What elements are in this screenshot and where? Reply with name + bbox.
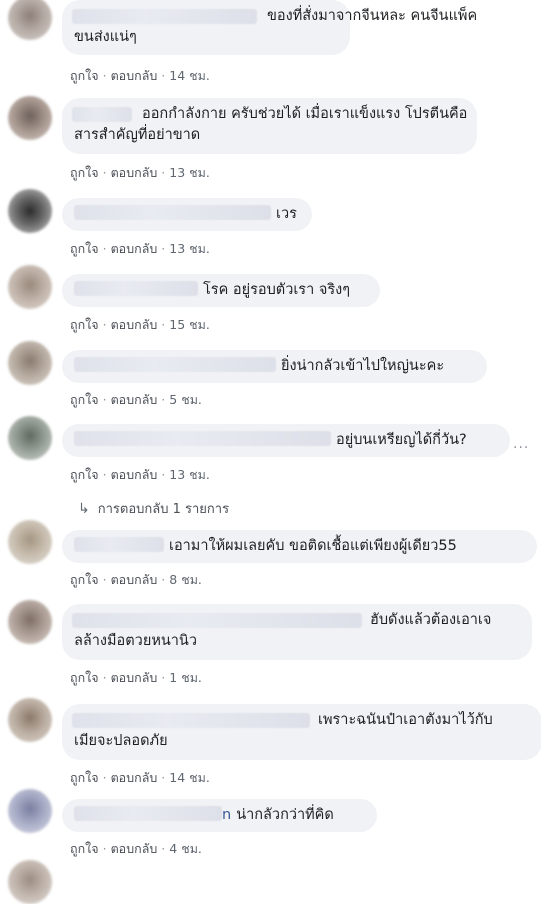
comment-actions: ถูกใจ · ตอบกลับ · 14 ชม.	[70, 770, 210, 785]
commenter-name[interactable]	[74, 537, 164, 552]
comment-bubble: ยิ่งน่ากลัวเข้าไปใหญ่นะคะ	[62, 350, 487, 383]
like-link[interactable]: ถูกใจ	[70, 841, 99, 856]
comment-text-line2: เมียจะปลอดภัย	[74, 733, 168, 749]
comment-text: ออกกำลังกาย ครับช่วยได้ เมื่อเราแข็งแรง …	[142, 106, 468, 122]
like-link[interactable]: ถูกใจ	[70, 572, 99, 587]
avatar[interactable]	[8, 416, 52, 460]
comment-bubble: โรค อยู่รอบตัวเรา จริงๆ	[62, 274, 380, 307]
avatar[interactable]	[8, 520, 52, 564]
comment-actions: ถูกใจ · ตอบกลับ · 13 ชม.	[70, 467, 210, 482]
reply-link[interactable]: ตอบกลับ	[111, 317, 158, 332]
commenter-name[interactable]	[74, 281, 198, 296]
avatar[interactable]	[8, 265, 52, 309]
comment-text: เอามาให้ผมเลยคับ ขอติดเชื้อแต่เพียงผู้เด…	[169, 538, 457, 554]
reply-link[interactable]: ตอบกลับ	[111, 770, 158, 785]
reply-link[interactable]: ตอบกลับ	[111, 467, 158, 482]
like-link[interactable]: ถูกใจ	[70, 68, 99, 83]
reply-link[interactable]: ตอบกลับ	[111, 841, 158, 856]
reply-arrow-icon: ↳	[78, 501, 90, 517]
comment-bubble: n น่ากลัวกว่าที่คิด	[62, 799, 377, 832]
commenter-name[interactable]	[72, 713, 310, 728]
more-options-icon[interactable]: ···	[513, 440, 529, 456]
like-link[interactable]: ถูกใจ	[70, 392, 99, 407]
commenter-name[interactable]	[74, 806, 222, 821]
like-link[interactable]: ถูกใจ	[70, 670, 99, 685]
reply-link[interactable]: ตอบกลับ	[111, 241, 158, 256]
comment-bubble: ออกกำลังกาย ครับช่วยได้ เมื่อเราแข็งแรง …	[62, 98, 477, 154]
timestamp[interactable]: 1 ชม.	[169, 670, 202, 685]
comment-bubble: อยู่บนเหรียญได้กี่วัน?	[62, 424, 510, 457]
like-link[interactable]: ถูกใจ	[70, 467, 99, 482]
avatar[interactable]	[8, 0, 52, 40]
view-replies-link[interactable]: ↳ การตอบกลับ 1 รายการ	[78, 498, 229, 519]
reply-link[interactable]: ตอบกลับ	[111, 68, 158, 83]
comment-text-line2: ขนส่งแน่ๆ	[74, 29, 137, 45]
comment-bubble: เวร	[62, 198, 312, 231]
comment-actions: ถูกใจ · ตอบกลับ · 15 ชม.	[70, 317, 210, 332]
comment-text: น่ากลัวกว่าที่คิด	[236, 807, 334, 823]
timestamp[interactable]: 14 ชม.	[169, 68, 210, 83]
view-replies-label: การตอบกลับ 1 รายการ	[97, 502, 230, 517]
comment-actions: ถูกใจ · ตอบกลับ · 8 ชม.	[70, 572, 202, 587]
timestamp[interactable]: 13 ชม.	[169, 241, 210, 256]
commenter-name[interactable]	[72, 9, 257, 24]
comment-actions: ถูกใจ · ตอบกลับ · 13 ชม.	[70, 165, 210, 180]
timestamp[interactable]: 14 ชม.	[169, 770, 210, 785]
timestamp[interactable]: 8 ชม.	[169, 572, 202, 587]
avatar[interactable]	[8, 698, 52, 742]
commenter-name[interactable]	[74, 431, 331, 446]
comment-actions: ถูกใจ · ตอบกลับ · 1 ชม.	[70, 670, 202, 685]
commenter-name[interactable]	[72, 107, 132, 122]
reply-link[interactable]: ตอบกลับ	[111, 392, 158, 407]
avatar[interactable]	[8, 341, 52, 385]
comment-text: เวร	[276, 206, 297, 222]
comment-text-line2: ลล้างมือตวยหนานิว	[74, 633, 197, 649]
reply-link[interactable]: ตอบกลับ	[111, 572, 158, 587]
comment-actions: ถูกใจ · ตอบกลับ · 14 ชม.	[70, 68, 210, 83]
comment-text: อยู่บนเหรียญได้กี่วัน?	[336, 432, 467, 448]
comment-actions: ถูกใจ · ตอบกลับ · 5 ชม.	[70, 392, 202, 407]
comment-bubble: เอามาให้ผมเลยคับ ขอติดเชื้อแต่เพียงผู้เด…	[62, 530, 537, 563]
comment-actions: ถูกใจ · ตอบกลับ · 13 ชม.	[70, 241, 210, 256]
comment-bubble: ฮับดังแล้วต้องเอาเจ ลล้างมือตวยหนานิว	[62, 604, 532, 660]
comment-text: ยิ่งน่ากลัวเข้าไปใหญ่นะคะ	[281, 358, 445, 374]
avatar[interactable]	[8, 860, 52, 904]
reply-link[interactable]: ตอบกลับ	[111, 670, 158, 685]
timestamp[interactable]: 4 ชม.	[169, 841, 202, 856]
timestamp[interactable]: 5 ชม.	[169, 392, 202, 407]
avatar[interactable]	[8, 96, 52, 140]
timestamp[interactable]: 15 ชม.	[169, 317, 210, 332]
avatar[interactable]	[8, 789, 52, 833]
like-link[interactable]: ถูกใจ	[70, 241, 99, 256]
like-link[interactable]: ถูกใจ	[70, 165, 99, 180]
comment-actions: ถูกใจ · ตอบกลับ · 4 ชม.	[70, 841, 202, 856]
comment-text-line2: สารสำคัญที่อย่าขาด	[74, 127, 201, 143]
like-link[interactable]: ถูกใจ	[70, 770, 99, 785]
timestamp[interactable]: 13 ชม.	[169, 165, 210, 180]
commenter-name[interactable]	[72, 613, 362, 628]
comment-bubble: ของที่สั่งมาจากจีนหละ คนจีนแพ็ค ขนส่งแน่…	[62, 0, 477, 55]
reply-link[interactable]: ตอบกลับ	[111, 165, 158, 180]
timestamp[interactable]: 13 ชม.	[169, 467, 210, 482]
commenter-name[interactable]	[74, 357, 276, 372]
comment-bubble: เพราะฉนันป๋าเอาตังมาไว้กับ เมียจะปลอดภัย	[62, 704, 541, 760]
avatar[interactable]	[8, 189, 52, 233]
like-link[interactable]: ถูกใจ	[70, 317, 99, 332]
commenter-name-tail[interactable]: n	[222, 807, 231, 823]
avatar[interactable]	[8, 600, 52, 644]
commenter-name[interactable]	[74, 205, 271, 220]
comment-text: โรค อยู่รอบตัวเรา จริงๆ	[203, 282, 350, 298]
